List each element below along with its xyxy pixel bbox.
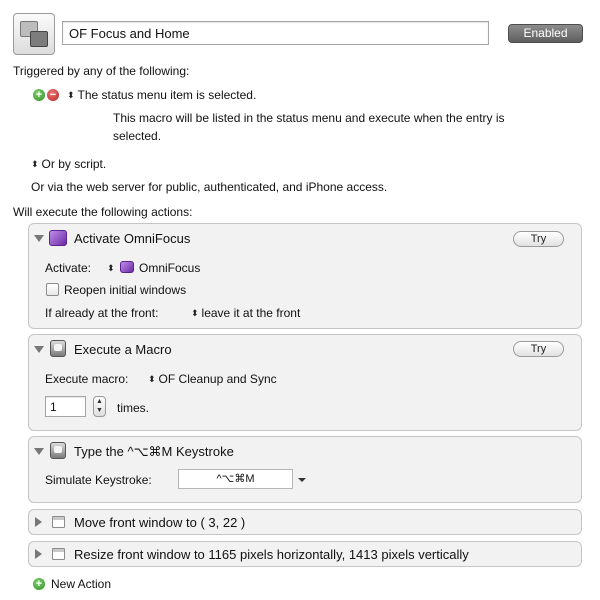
action-panel-type-keystroke: Type the ^⌥⌘M Keystroke Simulate Keystro… (28, 436, 582, 503)
new-action-label: New Action (51, 577, 112, 591)
try-button[interactable]: Try (513, 231, 564, 247)
macro-name-field[interactable]: OF Focus and Home (62, 21, 489, 45)
action-title: Execute a Macro (74, 342, 172, 357)
status-menu-trigger-popup[interactable]: ⬍ The status menu item is selected. (67, 88, 256, 102)
action-panel-activate: Activate OmniFocus Try Activate: ⬍ OmniF… (28, 223, 582, 329)
reopen-windows-label: Reopen initial windows (64, 283, 187, 297)
omnifocus-icon (49, 230, 67, 246)
try-button[interactable]: Try (513, 341, 564, 357)
status-menu-description: This macro will be listed in the status … (113, 111, 505, 125)
keystroke-menu-icon[interactable] (298, 478, 306, 482)
popup-arrows-icon: ⬍ (67, 90, 75, 100)
disclosure-triangle-icon[interactable] (35, 517, 42, 527)
activate-app-popup[interactable]: ⬍ (107, 261, 118, 275)
keystroke-field[interactable]: ^⌥⌘M (178, 469, 293, 489)
popup-arrows-icon: ⬍ (148, 374, 156, 384)
simulate-keystroke-label: Simulate Keystroke: (45, 473, 152, 487)
execute-macro-value: OF Cleanup and Sync (158, 372, 277, 386)
actions-heading: Will execute the following actions: (13, 205, 193, 219)
disclosure-triangle-icon[interactable] (34, 448, 44, 455)
action-title: Move front window to ( 3, 22 ) (74, 515, 246, 530)
execute-macro-label: Execute macro: (45, 372, 129, 386)
keystroke-icon (50, 442, 66, 459)
remove-trigger-icon[interactable]: − (47, 89, 59, 101)
front-behavior-popup[interactable]: ⬍ leave it at the front (191, 306, 300, 320)
triggers-heading: Triggered by any of the following: (13, 64, 190, 78)
add-trigger-icon[interactable]: + (33, 89, 45, 101)
action-panel-move-window: Move front window to ( 3, 22 ) (28, 509, 582, 535)
disclosure-triangle-icon[interactable] (35, 549, 42, 559)
activate-label: Activate: (45, 261, 92, 275)
macro-group-icon (13, 13, 55, 55)
disclosure-triangle-icon[interactable] (34, 346, 44, 353)
script-trigger-label: Or by script. (41, 157, 107, 171)
window-icon (52, 516, 65, 528)
reopen-windows-checkbox[interactable] (46, 283, 59, 296)
window-icon (52, 548, 65, 560)
script-trigger-popup[interactable]: ⬍ Or by script. (31, 157, 106, 171)
enabled-button[interactable]: Enabled (508, 24, 583, 43)
times-field[interactable]: 1 (45, 396, 86, 417)
disclosure-triangle-icon[interactable] (34, 235, 44, 242)
popup-arrows-icon: ⬍ (191, 308, 199, 318)
times-label: times. (117, 401, 150, 415)
status-menu-description-cont: selected. (113, 129, 162, 143)
action-title: Type the ^⌥⌘M Keystroke (74, 444, 234, 459)
action-title: Resize front window to 1165 pixels horiz… (74, 547, 469, 562)
action-title: Activate OmniFocus (74, 231, 191, 246)
front-behavior-value: leave it at the front (201, 306, 301, 320)
popup-arrows-icon: ⬍ (107, 263, 115, 273)
activate-app-name: OmniFocus (139, 261, 201, 275)
omnifocus-icon (120, 261, 134, 273)
front-label: If already at the front: (45, 306, 159, 320)
action-panel-execute-macro: Execute a Macro Try Execute macro: ⬍ OF C… (28, 334, 582, 431)
times-stepper[interactable]: ▲ ▼ (93, 396, 106, 417)
macro-icon (50, 340, 66, 357)
popup-arrows-icon: ⬍ (31, 159, 39, 169)
add-icon: + (33, 578, 45, 590)
new-action-button[interactable]: + New Action (32, 576, 152, 592)
status-menu-trigger-label: The status menu item is selected. (77, 88, 257, 102)
execute-macro-popup[interactable]: ⬍ OF Cleanup and Sync (148, 372, 277, 386)
web-server-note: Or via the web server for public, authen… (31, 180, 388, 194)
action-panel-resize-window: Resize front window to 1165 pixels horiz… (28, 541, 582, 567)
